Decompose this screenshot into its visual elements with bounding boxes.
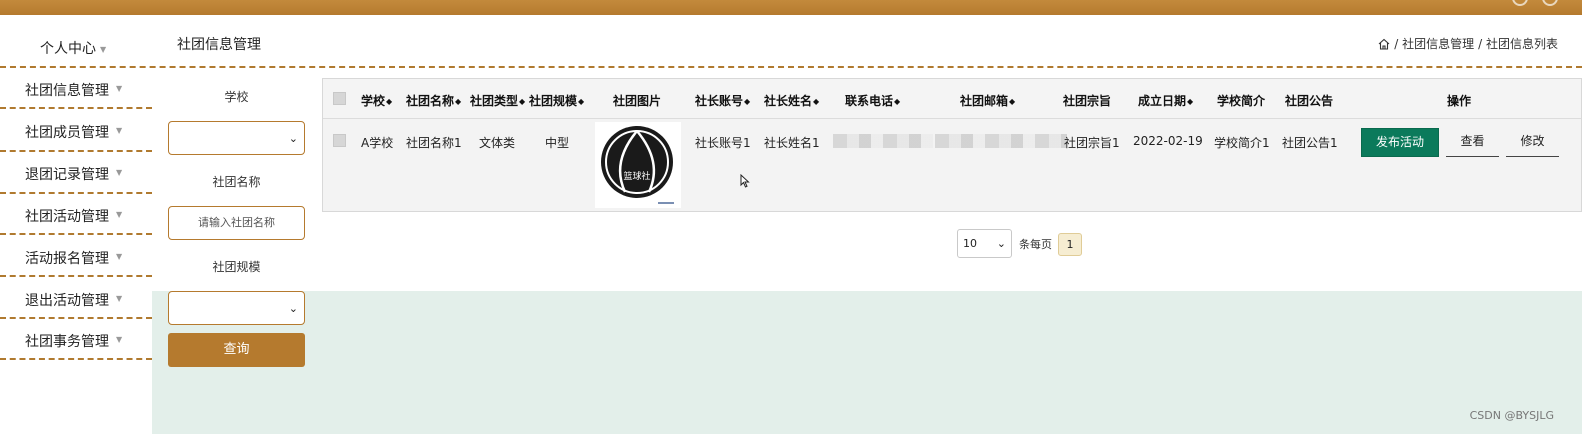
column-header: 社团宗旨 — [1063, 94, 1112, 108]
club-scale-label: 社团规模 — [212, 260, 261, 274]
watermark: CSDN @BYSJLG — [1469, 409, 1554, 422]
divider — [0, 317, 152, 319]
sort-icon: ◆ — [519, 97, 526, 106]
page-size-value: 10 — [963, 237, 977, 250]
cell-club-name: 社团名称1 — [406, 136, 462, 150]
club-image[interactable]: 篮球社 — [595, 122, 681, 208]
publish-activity-button[interactable]: 发布活动 — [1361, 128, 1439, 157]
sort-icon: ◆ — [455, 97, 462, 106]
sort-icon: ◆ — [578, 97, 585, 106]
column-header: 学校简介 — [1217, 94, 1266, 108]
column-header[interactable]: 社团类型◆ — [470, 92, 525, 109]
column-header[interactable]: 社长账号◆ — [695, 92, 750, 109]
column-header: 操作 — [1447, 94, 1472, 108]
caret-down-icon: ▼ — [116, 168, 123, 177]
caret-down-icon: ▼ — [116, 252, 123, 261]
column-header[interactable]: 社团名称◆ — [406, 92, 461, 109]
query-button[interactable]: 查询 — [168, 333, 305, 367]
caret-down-icon: ▼ — [116, 126, 123, 135]
personal-center-menu[interactable]: 个人中心 ▼ — [40, 38, 106, 58]
divider — [0, 66, 1582, 68]
sort-icon: ◆ — [744, 97, 751, 106]
caret-down-icon: ▼ — [100, 44, 107, 54]
breadcrumb: / 社团信息管理 / 社团信息列表 — [1378, 35, 1558, 52]
caret-down-icon: ▼ — [116, 335, 123, 344]
caret-down-icon: ▼ — [116, 294, 123, 303]
chevron-down-icon: ⌄ — [996, 237, 1006, 250]
table-header: 学校◆ 社团名称◆ 社团类型◆ 社团规模◆ 社团图片 社长账号◆ 社长姓名◆ 联… — [323, 79, 1581, 119]
chevron-down-icon: ⌄ — [288, 302, 298, 315]
column-header: 社团图片 — [613, 94, 662, 108]
sort-icon: ◆ — [894, 97, 901, 106]
breadcrumb-item[interactable]: / 社团信息管理 — [1394, 35, 1474, 52]
column-header[interactable]: 社团邮箱◆ — [960, 92, 1015, 109]
cell-school: A学校 — [361, 136, 394, 150]
content-background — [152, 291, 1582, 434]
cell-founded-date: 2022-02-19 — [1133, 134, 1203, 148]
page-size-select[interactable]: 10 ⌄ — [957, 229, 1012, 258]
school-select[interactable]: ⌄ — [168, 121, 305, 155]
caret-down-icon: ▼ — [116, 84, 123, 93]
sort-icon: ◆ — [813, 97, 820, 106]
select-all-checkbox[interactable] — [333, 92, 346, 105]
cell-purpose: 社团宗旨1 — [1064, 136, 1120, 150]
divider — [0, 107, 152, 109]
cell-club-scale: 中型 — [545, 136, 570, 150]
edit-button[interactable]: 修改 — [1506, 128, 1559, 157]
divider — [0, 150, 152, 152]
column-header[interactable]: 社团规模◆ — [529, 92, 584, 109]
cell-announcement: 社团公告1 — [1282, 136, 1338, 150]
divider — [0, 275, 152, 277]
sidebar-item-label: 社团活动管理 — [25, 209, 109, 225]
per-page-label: 条每页 — [1019, 238, 1052, 251]
sidebar-item-label: 退出活动管理 — [25, 293, 109, 309]
top-bar — [0, 0, 1582, 15]
mouse-cursor-icon — [740, 174, 750, 188]
column-header[interactable]: 社长姓名◆ — [764, 92, 819, 109]
chevron-down-icon: ⌄ — [288, 132, 298, 145]
sort-icon: ◆ — [1187, 97, 1194, 106]
column-header[interactable]: 联系电话◆ — [845, 92, 900, 109]
sidebar-item-label: 活动报名管理 — [25, 251, 109, 267]
club-scale-select[interactable]: ⌄ — [168, 291, 305, 325]
cell-school-intro: 学校简介1 — [1214, 136, 1270, 150]
caret-down-icon: ▼ — [116, 210, 123, 219]
page-number-button[interactable]: 1 — [1058, 233, 1082, 256]
cell-president-name: 社长姓名1 — [764, 136, 820, 150]
theme-icon[interactable] — [1512, 0, 1528, 6]
divider — [0, 233, 152, 235]
column-header: 社团公告 — [1285, 94, 1334, 108]
sidebar-item-label: 社团事务管理 — [25, 334, 109, 350]
personal-center-label: 个人中心 — [40, 41, 96, 57]
row-checkbox[interactable] — [333, 134, 346, 147]
cell-phone-blurred — [833, 134, 933, 148]
divider — [0, 192, 152, 194]
divider — [0, 358, 152, 360]
school-label: 学校 — [224, 90, 249, 104]
sort-icon: ◆ — [1009, 97, 1016, 106]
club-name-input[interactable]: 请输入社团名称 — [168, 206, 305, 240]
sidebar-item-label: 社团成员管理 — [25, 125, 109, 141]
page-title: 社团信息管理 — [177, 37, 261, 53]
sidebar-item-label: 退团记录管理 — [25, 167, 109, 183]
club-table: 学校◆ 社团名称◆ 社团类型◆ 社团规模◆ 社团图片 社长账号◆ 社长姓名◆ 联… — [322, 78, 1582, 212]
home-icon[interactable] — [1378, 38, 1390, 50]
view-button[interactable]: 查看 — [1446, 128, 1499, 157]
breadcrumb-item: / 社团信息列表 — [1478, 37, 1558, 51]
club-image-text: 篮球社 — [623, 170, 650, 182]
club-name-label: 社团名称 — [212, 175, 261, 189]
user-avatar-icon[interactable] — [1542, 0, 1558, 6]
sidebar-item-label: 社团信息管理 — [25, 83, 109, 99]
column-header[interactable]: 学校◆ — [361, 92, 392, 109]
cell-club-type: 文体类 — [479, 136, 516, 150]
cell-president-account: 社长账号1 — [695, 136, 751, 150]
column-header[interactable]: 成立日期◆ — [1138, 92, 1193, 109]
cell-email-blurred — [935, 134, 1067, 148]
sort-icon: ◆ — [386, 97, 393, 106]
